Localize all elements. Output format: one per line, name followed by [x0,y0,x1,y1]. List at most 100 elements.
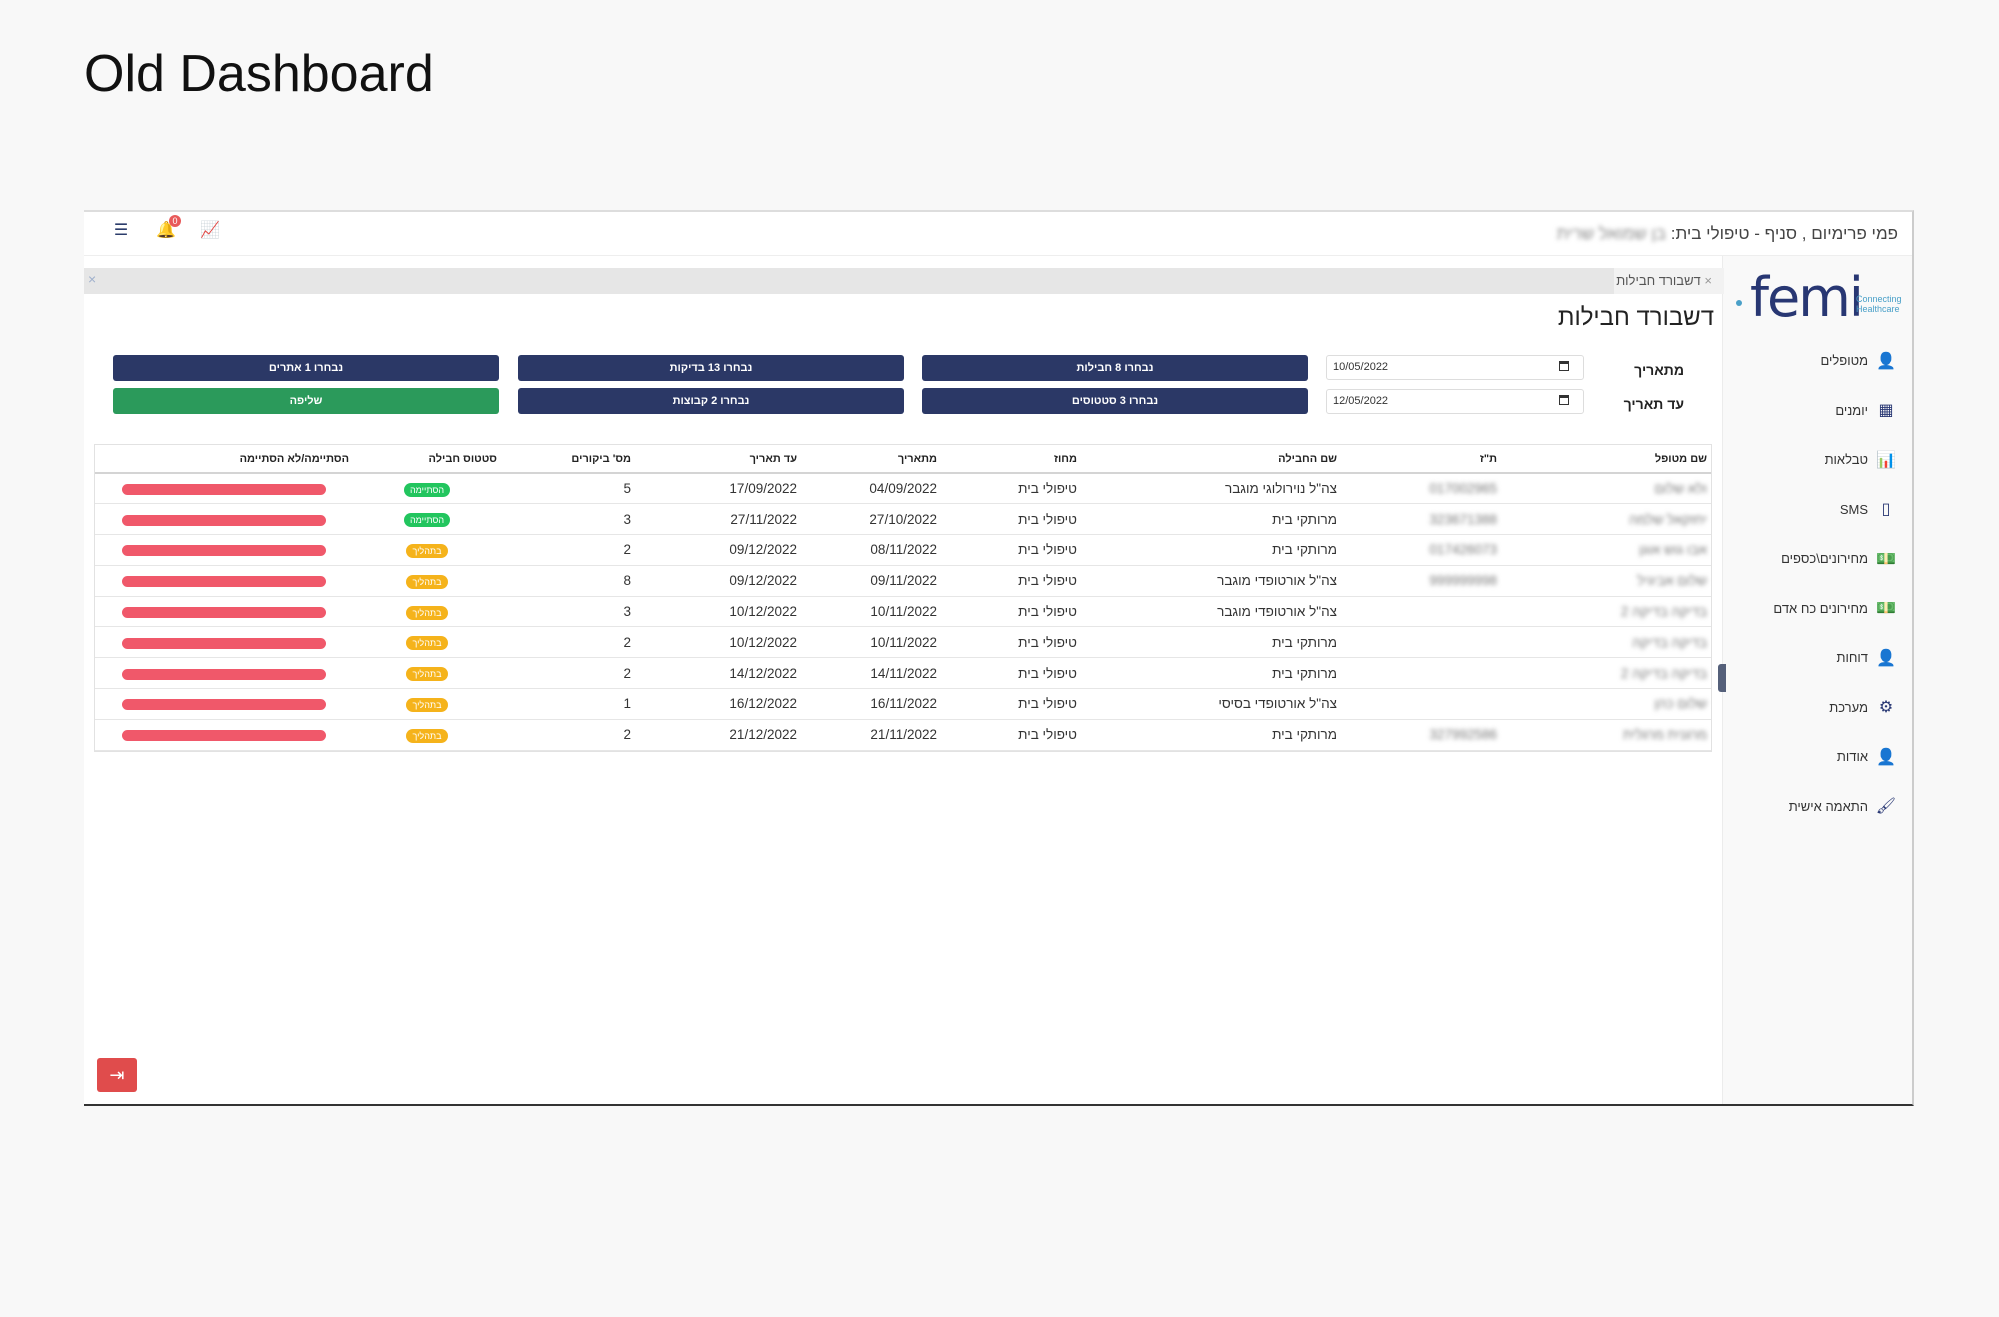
sites-filter-button[interactable]: נבחרו 1 אתרים [113,355,499,381]
cell-from-date-text: 21/11/2022 [870,727,937,743]
cell-id-text: 017002965 [1429,481,1497,497]
cell-visits-text: 2 [623,634,631,650]
sidebar-item-reports[interactable]: 👤 דוחות [1726,633,1896,683]
table-row[interactable]: בדיקה בדיקה מרותקי בית טיפולי בית 10/11/202… [95,626,1711,659]
table-row[interactable]: יחזקאל שלמה 323671388 מרותקי בית טיפולי בית… [95,503,1711,536]
tab-package-dashboard[interactable]: × דשבורד חבילות [1614,268,1724,294]
column-header-to-date[interactable]: עד תאריך [635,445,801,474]
table-row[interactable]: בדיקה בדיקה 2 מרותקי בית טיפולי בית 14/11/2… [95,657,1711,690]
table-row[interactable]: ולא שלום 017002965 צה"ל נוירולוגי מוגבר טיפ… [95,473,1711,505]
scroll-handle[interactable] [1718,664,1726,692]
brush-icon: 🖌 [1875,798,1896,816]
cell-district: טיפולי בית [941,534,1081,566]
cell-district: טיפולי בית [941,596,1081,628]
cell-patient-name: אבו גוש אוגן [1501,534,1711,566]
to-date-value: 12/05/2022 [1333,395,1389,407]
cell-id [1341,626,1501,659]
column-header-completed[interactable]: הסתיימה/לא הסתיימה [95,445,353,474]
table-row[interactable]: בדיקה בדיקה 2 צה"ל אורטופדי מוגבר טיפולי ב… [95,596,1711,628]
cell-to-date-text: 17/09/2022 [729,481,797,497]
calendar-icon[interactable] [1559,395,1569,405]
menu-icon[interactable]: ☰ [112,222,130,240]
cell-patient-name-text: בדיקה בדיקה [1632,634,1707,650]
calendar-icon[interactable] [1559,361,1569,371]
sidebar-item-patients[interactable]: 👤 מטופלים [1726,336,1896,386]
close-all-tabs-icon[interactable]: × [88,271,96,287]
table-row[interactable]: אבו גוש אוגן 017426073 מרותקי בית טיפולי בי… [95,534,1711,566]
status-badge: בתהליך [406,728,448,743]
cell-status: הסתיימה [353,473,501,505]
sidebar-item-system[interactable]: ⚙ מערכת [1726,683,1896,733]
cell-from-date: 16/11/2022 [801,688,941,720]
cell-id: 999999998 [1341,565,1501,597]
cell-district: טיפולי בית [941,503,1081,536]
column-header-id[interactable]: ת"ז [1341,445,1501,474]
column-header-from-date[interactable]: מתאריך [801,445,941,474]
cell-completed [95,688,353,720]
status-badge: בתהליך [406,543,448,558]
cell-patient-name: שלום אביגיל [1501,565,1711,597]
column-header-district[interactable]: מחוז [941,445,1081,474]
table-row[interactable]: שלום כהן צה"ל אורטופדי בסיסי טיפולי בית 16/… [95,688,1711,720]
cell-visits-text: 2 [623,542,631,558]
cell-package-text: מרותקי בית [1272,634,1337,650]
cell-completed [95,657,353,690]
completion-bar [122,668,326,680]
cell-to-date: 27/11/2022 [635,503,801,536]
user-icon: 👤 [1876,649,1896,667]
chart-bar-icon: 📊 [1876,451,1896,469]
groups-filter-button[interactable]: נבחרו 2 קבוצות [518,388,904,414]
column-header-package[interactable]: שם החבילה [1081,445,1341,474]
chart-line-icon[interactable]: 📈 [200,222,220,240]
app-window: ☰ 🔔 0 📈 פמי פרימיום , סניף - טיפולי בית: … [84,210,1914,1106]
sidebar-item-pricing-manpower[interactable]: 💵 מחירונים כח אדם [1726,584,1896,634]
cell-id-text: 323671388 [1429,511,1497,527]
table-row[interactable]: מרגנית מרגלית 327992586 מרותקי בית טיפולי ב… [95,719,1711,751]
exit-button[interactable]: ⇥ [97,1058,137,1092]
cell-patient-name: בדיקה בדיקה 2 [1501,657,1711,690]
column-header-patient-name[interactable]: שם מטופל [1501,445,1711,474]
cell-to-date-text: 14/12/2022 [729,665,797,681]
to-date-input[interactable]: 12/05/2022 [1326,389,1584,414]
money-icon: 💵 [1876,600,1896,618]
completion-bar [122,576,326,588]
cell-package: מרותקי בית [1081,503,1341,536]
fetch-button[interactable]: שליפה [113,388,499,414]
user-icon: 👤 [1876,352,1896,370]
cell-from-date-text: 16/11/2022 [870,696,937,712]
sidebar-item-pricing-finance[interactable]: 💵 מחירונים\כספים [1726,534,1896,584]
cell-to-date: 09/12/2022 [635,534,801,566]
cell-patient-name-text: יחזקאל שלמה [1628,511,1707,527]
cell-status: בתהליך [353,565,501,597]
cell-patient-name-text: אבו גוש אוגן [1639,542,1707,558]
cell-district-text: טיפולי בית [1018,481,1077,497]
cell-id: 017002965 [1341,473,1501,505]
cell-to-date-text: 09/12/2022 [729,542,797,558]
tab-close-icon[interactable]: × [1704,273,1712,288]
cell-visits-text: 3 [623,604,631,620]
packages-filter-button[interactable]: נבחרו 8 חבילות [922,355,1308,381]
cell-visits: 3 [501,503,635,536]
notification-badge: 0 [169,215,181,227]
tests-filter-button[interactable]: נבחרו 13 בדיקות [518,355,904,381]
bell-icon[interactable]: 🔔 0 [156,215,181,240]
sidebar-item-label: מחירונים\כספים [1781,551,1868,567]
sidebar-item-label: מחירונים כח אדם [1773,600,1868,616]
sidebar-item-about[interactable]: 👤 אודות [1726,732,1896,782]
statuses-filter-button[interactable]: נבחרו 3 סטטוסים [922,388,1308,414]
cell-patient-name-text: שלום כהן [1654,696,1707,712]
femi-logo: femi Connecting Healthcare [1732,270,1904,326]
cell-from-date-text: 08/11/2022 [870,542,937,558]
from-date-input[interactable]: 10/05/2022 [1326,355,1584,380]
column-header-visits[interactable]: מס' ביקורים [501,445,635,474]
cell-status: בתהליך [353,626,501,659]
sidebar-item-sms[interactable]: ▯ SMS [1726,485,1896,535]
column-header-status[interactable]: סטטוס חבילה [353,445,501,474]
status-badge: בתהליך [406,574,448,589]
table-row[interactable]: שלום אביגיל 999999998 צה"ל אורטופדי מוגבר ט… [95,565,1711,597]
cell-id: 327992586 [1341,719,1501,751]
sidebar-item-tables[interactable]: 📊 טבלאות [1726,435,1896,485]
status-badge: הסתיימה [403,513,451,528]
sidebar-item-diaries[interactable]: ▦ יומנים [1726,386,1896,436]
sidebar-item-personalize[interactable]: 🖌 התאמה אישית [1726,782,1896,832]
